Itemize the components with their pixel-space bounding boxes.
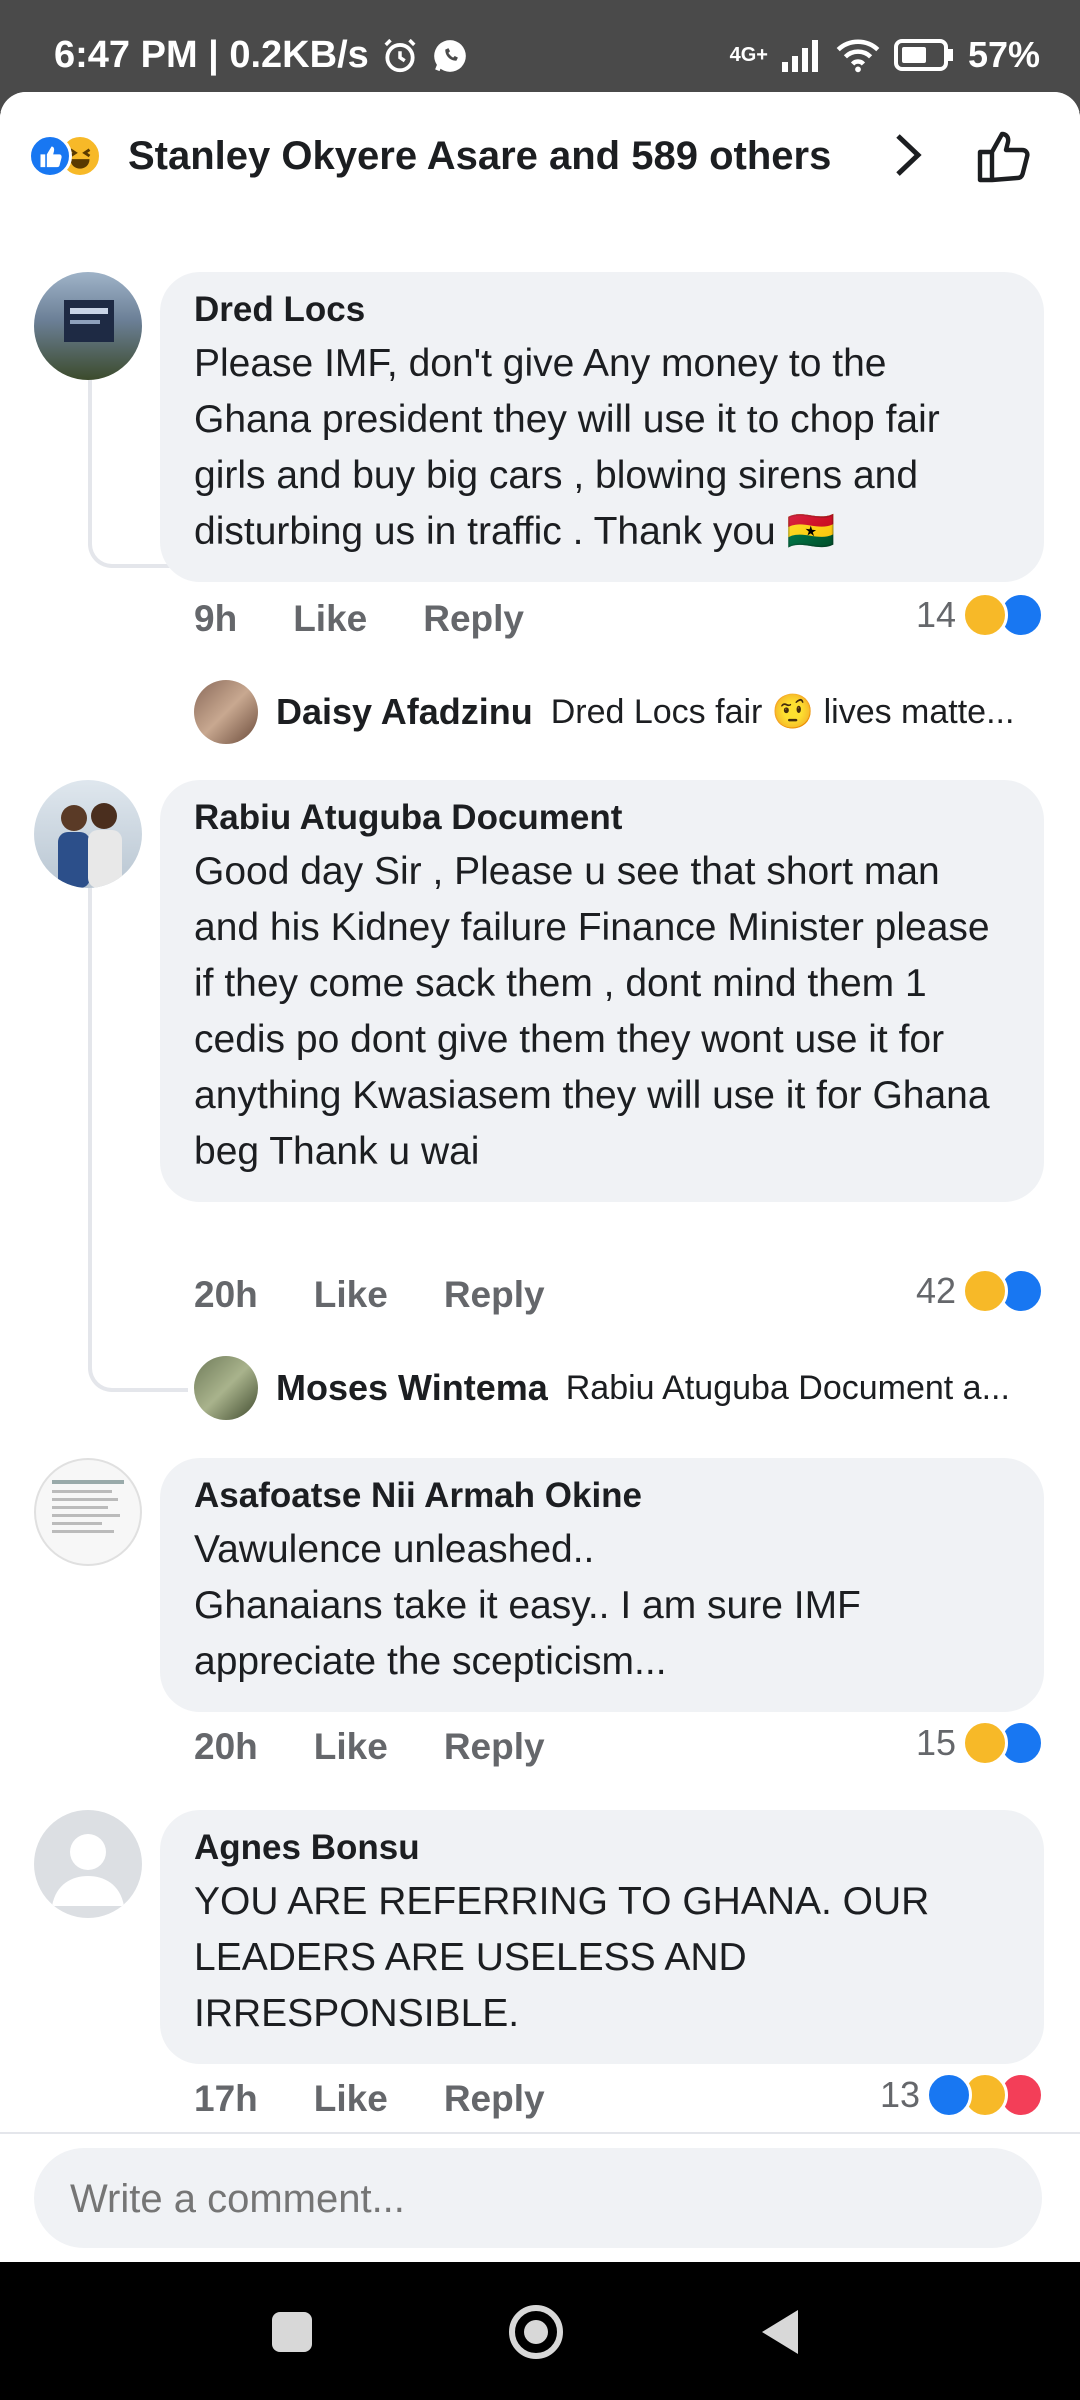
status-time: 6:47 PM | 0.2KB/s bbox=[54, 34, 369, 76]
reaction-count-number: 13 bbox=[879, 2074, 920, 2115]
nav-recents-icon[interactable] bbox=[270, 2310, 314, 2354]
wifi-icon bbox=[836, 39, 880, 73]
header-reactions bbox=[28, 134, 118, 184]
reaction-count[interactable]: 42 bbox=[916, 1268, 1044, 1314]
reactions-header[interactable]: Stanley Okyere Asare and 589 others bbox=[0, 92, 1080, 220]
comment-bubble[interactable]: Asafoatse Nii Armah Okine Vawulence unle… bbox=[160, 1458, 1044, 1712]
avatar[interactable] bbox=[34, 780, 142, 888]
reply-snippet: Dred Locs fair 🤨 lives matte... bbox=[550, 693, 1015, 731]
system-nav-bar bbox=[0, 2262, 1080, 2400]
reply-button[interactable]: Reply bbox=[423, 598, 524, 640]
composer-divider bbox=[0, 2132, 1080, 2134]
like-button[interactable]: Like bbox=[293, 598, 367, 640]
network-type: 4G+ bbox=[729, 44, 768, 66]
nav-back-icon[interactable] bbox=[756, 2306, 802, 2358]
reply-button[interactable]: Reply bbox=[444, 1274, 545, 1316]
reply-button[interactable]: Reply bbox=[444, 1726, 545, 1768]
like-reaction-icon bbox=[28, 134, 72, 178]
comment-composer[interactable] bbox=[34, 2148, 1042, 2250]
comment-text: Vawulence unleashed.. Ghanaians take it … bbox=[194, 1528, 861, 1683]
like-button[interactable]: Like bbox=[314, 2078, 388, 2120]
reply-preview[interactable]: Daisy Afadzinu Dred Locs fair 🤨 lives ma… bbox=[194, 680, 1014, 744]
comment-bubble[interactable]: Agnes Bonsu YOU ARE REFERRING TO GHANA. … bbox=[160, 1810, 1044, 2064]
alarm-icon bbox=[384, 38, 416, 72]
reactions-summary: Stanley Okyere Asare and 589 others bbox=[128, 134, 832, 178]
whatsapp-icon bbox=[433, 39, 466, 72]
avatar[interactable] bbox=[34, 1810, 142, 1918]
comment-time[interactable]: 9h bbox=[194, 598, 237, 640]
reply-button[interactable]: Reply bbox=[444, 2078, 545, 2120]
comment-author[interactable]: Dred Locs bbox=[194, 290, 1010, 330]
reply-author: Daisy Afadzinu bbox=[276, 691, 533, 732]
signal-icon bbox=[781, 40, 818, 72]
avatar[interactable] bbox=[34, 1458, 142, 1566]
haha-reaction-icon bbox=[962, 1720, 1008, 1766]
reaction-count-number: 14 bbox=[915, 594, 956, 635]
comment-actions: 17h Like Reply bbox=[194, 2078, 545, 2120]
status-right: 4G+ 57% bbox=[730, 34, 1040, 76]
reply-preview[interactable]: Moses Wintema Rabiu Atuguba Document a..… bbox=[194, 1356, 1010, 1420]
reaction-count[interactable]: 13 bbox=[880, 2072, 1044, 2118]
reaction-count[interactable]: 15 bbox=[916, 1720, 1044, 1766]
reaction-count-number: 15 bbox=[915, 1722, 956, 1763]
comment-author[interactable]: Rabiu Atuguba Document bbox=[194, 798, 1010, 838]
thumbs-up-icon[interactable] bbox=[974, 126, 1034, 186]
like-button[interactable]: Like bbox=[314, 1274, 388, 1316]
reply-snippet: Rabiu Atuguba Document a... bbox=[565, 1368, 1010, 1407]
comment-text: Please IMF, don't give Any money to the … bbox=[194, 342, 940, 553]
comment-author[interactable]: Agnes Bonsu bbox=[194, 1828, 1010, 1868]
avatar bbox=[194, 1356, 258, 1420]
haha-reaction-icon bbox=[962, 1268, 1008, 1314]
status-left: 6:47 PM | 0.2KB/s bbox=[54, 34, 469, 77]
comment-text: YOU ARE REFERRING TO GHANA. OUR LEADERS … bbox=[194, 1880, 930, 2035]
like-button[interactable]: Like bbox=[314, 1726, 388, 1768]
avatar bbox=[194, 680, 258, 744]
comments-sheet: Stanley Okyere Asare and 589 others Dred… bbox=[0, 92, 1080, 2262]
comment-bubble[interactable]: Rabiu Atuguba Document Good day Sir , Pl… bbox=[160, 780, 1044, 1202]
comment-bubble[interactable]: Dred Locs Please IMF, don't give Any mon… bbox=[160, 272, 1044, 582]
chevron-right-icon[interactable] bbox=[888, 130, 928, 180]
reply-author: Moses Wintema bbox=[276, 1367, 548, 1408]
comment-time[interactable]: 20h bbox=[194, 1726, 258, 1768]
reaction-count-number: 42 bbox=[915, 1270, 956, 1311]
comment-actions: 20h Like Reply bbox=[194, 1726, 545, 1768]
comment-input[interactable] bbox=[68, 2148, 1012, 2250]
haha-reaction-icon bbox=[962, 592, 1008, 638]
nav-home-icon[interactable] bbox=[506, 2302, 566, 2362]
avatar[interactable] bbox=[34, 272, 142, 380]
reaction-count[interactable]: 14 bbox=[916, 592, 1044, 638]
comment-actions: 20h Like Reply bbox=[194, 1274, 545, 1316]
comment-text: Good day Sir , Please u see that short m… bbox=[194, 850, 990, 1173]
comment-actions: 9h Like Reply bbox=[194, 598, 524, 640]
battery-percent: 57% bbox=[967, 34, 1040, 75]
like-reaction-icon bbox=[926, 2072, 972, 2118]
comment-time[interactable]: 17h bbox=[194, 2078, 258, 2120]
comment-time[interactable]: 20h bbox=[194, 1274, 258, 1316]
battery-icon bbox=[893, 39, 953, 71]
comment-author[interactable]: Asafoatse Nii Armah Okine bbox=[194, 1476, 1010, 1516]
